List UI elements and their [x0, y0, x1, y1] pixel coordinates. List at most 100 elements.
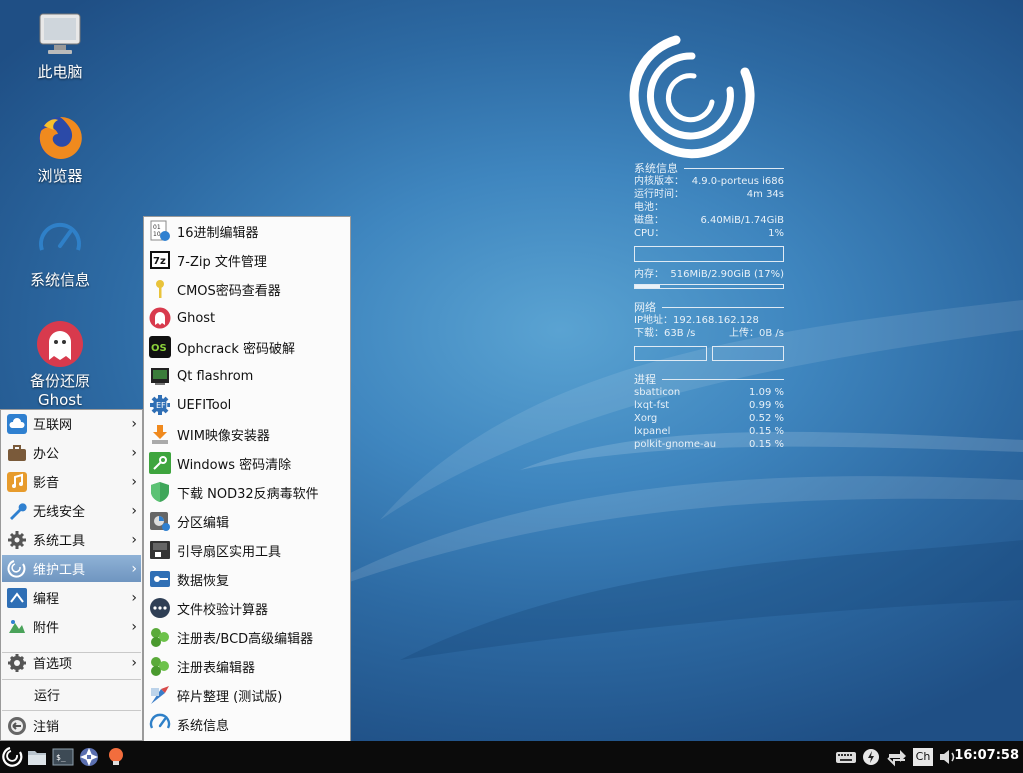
- process-row: Xorg 0.52 %: [634, 412, 784, 425]
- conky-monitor: 系统信息 内核版本： 4.9.0-porteus i686 运行时间： 4m 34s…: [634, 158, 784, 451]
- menu-item-label: 编程: [33, 592, 60, 607]
- submenu-item[interactable]: 引导扇区实用工具: [147, 536, 348, 564]
- menu-item-music[interactable]: 影音 ›: [2, 468, 141, 495]
- clock[interactable]: 16:07:58: [954, 748, 1019, 763]
- menu-item-gear[interactable]: 系统工具 ›: [2, 526, 141, 553]
- cpu-label: CPU：: [634, 228, 665, 239]
- submenu-item[interactable]: WIM映像安装器: [147, 420, 348, 448]
- menu-item-label: 系统工具: [33, 534, 86, 549]
- desktop-icon-ghost[interactable]: 备份还原 Ghost: [10, 320, 110, 410]
- input-method-indicator[interactable]: Ch: [913, 748, 933, 766]
- keyboard-icon[interactable]: [835, 746, 857, 768]
- gauge-icon: [149, 713, 171, 735]
- menu-item-label: 无线安全: [33, 505, 86, 520]
- battery-row: 电池：: [634, 201, 784, 214]
- desktop-icon-computer[interactable]: 此电脑: [10, 10, 110, 82]
- submenu-item[interactable]: Ghost: [147, 304, 348, 332]
- chevron-right-icon: ›: [131, 416, 137, 432]
- desktop-icon-label-line2: Ghost: [37, 391, 82, 409]
- desktop-icon-label: 浏览器: [37, 167, 83, 185]
- submenu-item-label: Ophcrack 密码破解: [177, 341, 295, 357]
- kernel-row: 内核版本： 4.9.0-porteus i686: [634, 175, 784, 188]
- maintenance-submenu: 01 10 16进制编辑器 7z 7-Zip 文件管理 CMOS密码查看器 Ghost OS O…: [143, 216, 351, 768]
- terminal-icon[interactable]: $_: [52, 746, 74, 768]
- wrench-icon: [7, 501, 27, 521]
- lightbulb-icon[interactable]: [105, 746, 127, 768]
- svg-text:EFI: EFI: [156, 401, 168, 410]
- submenu-item[interactable]: EFI UEFITool: [147, 391, 348, 419]
- music-icon: [7, 471, 27, 492]
- ip-label: IP地址：: [634, 315, 673, 326]
- submenu-item-label: 注册表/BCD高级编辑器: [177, 631, 314, 647]
- submenu-item-label: Windows 密码清除: [177, 457, 292, 473]
- section-title: 进程: [634, 373, 656, 386]
- submenu-item[interactable]: 文件校验计算器: [147, 594, 348, 622]
- chevron-right-icon: ›: [131, 532, 137, 548]
- start-menu: 互联网 › 办公 › 影音 › 无线安全 › 系统工具 › 维护工具 › 编程 › 附件 › 首选项 › 运行…: [0, 409, 143, 741]
- menu-item-logout[interactable]: 注销: [2, 712, 141, 739]
- network-icon[interactable]: [886, 746, 908, 768]
- ghost-icon: [149, 307, 171, 329]
- svg-text:7z: 7z: [153, 256, 166, 267]
- file-manager-icon[interactable]: [26, 746, 48, 768]
- section-title: 系统信息: [634, 162, 678, 175]
- menu-item-label: 附件: [33, 621, 60, 636]
- chevron-right-icon: ›: [131, 655, 137, 671]
- submenu-item[interactable]: 系统信息: [147, 710, 348, 738]
- submenu-item[interactable]: 数据恢复: [147, 565, 348, 593]
- menu-item-cloud[interactable]: 互联网 ›: [2, 410, 141, 437]
- submenu-item[interactable]: OS Ophcrack 密码破解: [147, 333, 348, 361]
- process-name: Xorg: [634, 413, 658, 424]
- logout-icon: [7, 716, 27, 736]
- menu-item-briefcase[interactable]: 办公 ›: [2, 439, 141, 466]
- submenu-item[interactable]: 分区编辑: [147, 507, 348, 535]
- battery-label: 电池：: [634, 202, 664, 213]
- power-icon[interactable]: [860, 746, 882, 768]
- submenu-item[interactable]: 注册表编辑器: [147, 652, 348, 680]
- menu-item-swirl[interactable]: 维护工具 ›: [2, 555, 141, 582]
- aperture-icon[interactable]: [78, 746, 100, 768]
- menu-item-wrench[interactable]: 无线安全 ›: [2, 497, 141, 524]
- submenu-item[interactable]: 7z 7-Zip 文件管理: [147, 246, 348, 274]
- kernel-value: 4.9.0-porteus i686: [691, 176, 784, 187]
- cpu-value: 1%: [768, 228, 784, 239]
- menu-item-preferences[interactable]: 首选项 ›: [2, 649, 141, 676]
- net-graphs: [634, 346, 784, 361]
- upload-label: 上传：: [729, 328, 760, 339]
- code-icon: [7, 587, 27, 608]
- ghost-icon: [36, 320, 84, 368]
- partition-icon: [149, 510, 171, 532]
- desktop-icon-sysinfo[interactable]: 系统信息: [10, 218, 110, 290]
- chevron-right-icon: ›: [131, 445, 137, 461]
- submenu-item[interactable]: 碎片整理 (测试版): [147, 681, 348, 709]
- defrag-icon: [149, 684, 171, 706]
- checksum-icon: [149, 597, 171, 619]
- svg-text:10: 10: [153, 231, 161, 238]
- menu-item-accessories[interactable]: 附件 ›: [2, 613, 141, 640]
- recovery-icon: [149, 568, 171, 590]
- menu-item-label: 办公: [33, 447, 60, 462]
- download-icon: [149, 423, 171, 445]
- traffic-row: 下载：63B /s 上传：0B /s: [634, 327, 784, 340]
- process-cpu: 1.09 %: [749, 387, 784, 398]
- submenu-item[interactable]: 下载 NOD32反病毒软件: [147, 478, 348, 506]
- menu-item-run[interactable]: 运行: [2, 681, 141, 708]
- submenu-item[interactable]: Windows 密码清除: [147, 449, 348, 477]
- submenu-item[interactable]: 01 10 16进制编辑器: [147, 217, 348, 245]
- disk-value: 6.40MiB/1.74GiB: [700, 215, 784, 226]
- submenu-item[interactable]: 注册表/BCD高级编辑器: [147, 623, 348, 651]
- submenu-item-label: 7-Zip 文件管理: [177, 254, 267, 270]
- ip-value: 192.168.162.128: [672, 315, 759, 326]
- submenu-item[interactable]: Qt flashrom: [147, 362, 348, 390]
- uptime-value: 4m 34s: [746, 189, 784, 200]
- menu-item-code[interactable]: 编程 ›: [2, 584, 141, 611]
- start-menu-button[interactable]: [2, 746, 24, 768]
- submenu-item-label: Ghost: [177, 310, 216, 326]
- uptime-row: 运行时间： 4m 34s: [634, 188, 784, 201]
- submenu-item[interactable]: CMOS密码查看器: [147, 275, 348, 303]
- desktop-icon-browser[interactable]: 浏览器: [10, 114, 110, 186]
- submenu-item-label: 引导扇区实用工具: [177, 544, 282, 560]
- cloud-icon: [7, 413, 27, 434]
- ophcrack-icon: OS: [149, 336, 171, 358]
- menu-item-label: 首选项: [33, 657, 73, 672]
